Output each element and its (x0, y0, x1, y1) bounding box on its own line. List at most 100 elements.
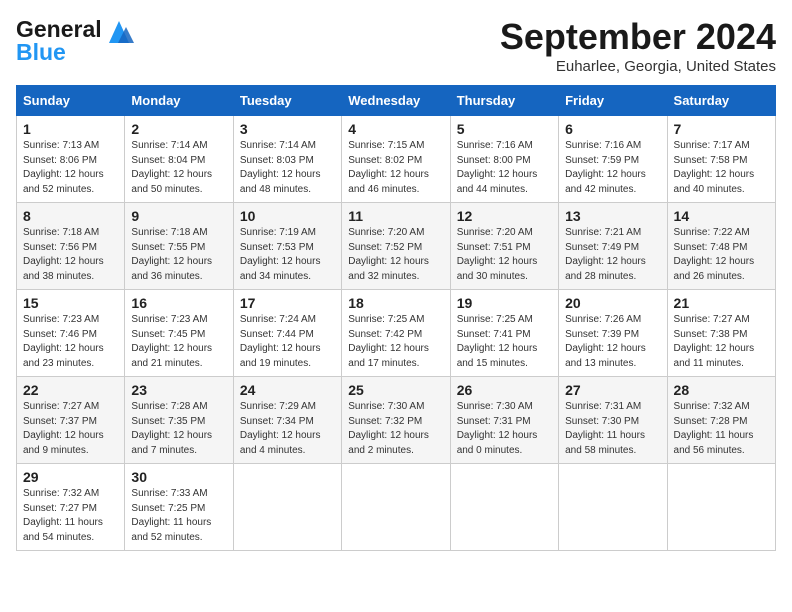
calendar-cell: 10 Sunrise: 7:19 AMSunset: 7:53 PMDaylig… (233, 203, 341, 290)
title-block: September 2024 Euharlee, Georgia, United… (500, 16, 776, 75)
header-row: Sunday Monday Tuesday Wednesday Thursday… (17, 86, 776, 116)
day-info: Sunrise: 7:33 AMSunset: 7:25 PMDaylight:… (131, 487, 226, 545)
page-header: General Blue September 2024 Euharlee, Ge… (16, 16, 776, 75)
calendar-cell: 29 Sunrise: 7:32 AMSunset: 7:27 PMDaylig… (17, 464, 125, 551)
day-number: 24 (240, 382, 335, 398)
calendar-cell: 6 Sunrise: 7:16 AMSunset: 7:59 PMDayligh… (559, 116, 667, 203)
day-number: 14 (674, 208, 769, 224)
col-monday: Monday (125, 86, 233, 116)
calendar-cell (342, 464, 450, 551)
day-info: Sunrise: 7:30 AMSunset: 7:32 PMDaylight:… (348, 400, 443, 458)
day-number: 19 (457, 295, 552, 311)
day-info: Sunrise: 7:31 AMSunset: 7:30 PMDaylight:… (565, 400, 660, 458)
calendar-cell: 19 Sunrise: 7:25 AMSunset: 7:41 PMDaylig… (450, 290, 558, 377)
day-info: Sunrise: 7:14 AMSunset: 8:04 PMDaylight:… (131, 139, 226, 197)
calendar-cell: 9 Sunrise: 7:18 AMSunset: 7:55 PMDayligh… (125, 203, 233, 290)
day-info: Sunrise: 7:19 AMSunset: 7:53 PMDaylight:… (240, 226, 335, 284)
calendar-cell (450, 464, 558, 551)
day-number: 11 (348, 208, 443, 224)
col-friday: Friday (559, 86, 667, 116)
day-number: 29 (23, 469, 118, 485)
calendar-cell: 23 Sunrise: 7:28 AMSunset: 7:35 PMDaylig… (125, 377, 233, 464)
day-number: 12 (457, 208, 552, 224)
day-number: 8 (23, 208, 118, 224)
day-info: Sunrise: 7:21 AMSunset: 7:49 PMDaylight:… (565, 226, 660, 284)
day-info: Sunrise: 7:23 AMSunset: 7:45 PMDaylight:… (131, 313, 226, 371)
calendar-cell: 17 Sunrise: 7:24 AMSunset: 7:44 PMDaylig… (233, 290, 341, 377)
day-info: Sunrise: 7:28 AMSunset: 7:35 PMDaylight:… (131, 400, 226, 458)
calendar-cell: 30 Sunrise: 7:33 AMSunset: 7:25 PMDaylig… (125, 464, 233, 551)
logo: General Blue (16, 16, 134, 66)
day-number: 18 (348, 295, 443, 311)
day-info: Sunrise: 7:32 AMSunset: 7:27 PMDaylight:… (23, 487, 118, 545)
calendar-cell (667, 464, 775, 551)
col-wednesday: Wednesday (342, 86, 450, 116)
calendar-row: 29 Sunrise: 7:32 AMSunset: 7:27 PMDaylig… (17, 464, 776, 551)
day-number: 13 (565, 208, 660, 224)
day-info: Sunrise: 7:20 AMSunset: 7:52 PMDaylight:… (348, 226, 443, 284)
logo-blue: Blue (16, 39, 134, 66)
calendar-cell: 5 Sunrise: 7:16 AMSunset: 8:00 PMDayligh… (450, 116, 558, 203)
day-info: Sunrise: 7:27 AMSunset: 7:38 PMDaylight:… (674, 313, 769, 371)
day-number: 23 (131, 382, 226, 398)
calendar-cell: 2 Sunrise: 7:14 AMSunset: 8:04 PMDayligh… (125, 116, 233, 203)
day-info: Sunrise: 7:17 AMSunset: 7:58 PMDaylight:… (674, 139, 769, 197)
day-number: 16 (131, 295, 226, 311)
day-info: Sunrise: 7:22 AMSunset: 7:48 PMDaylight:… (674, 226, 769, 284)
day-info: Sunrise: 7:14 AMSunset: 8:03 PMDaylight:… (240, 139, 335, 197)
calendar-cell: 1 Sunrise: 7:13 AMSunset: 8:06 PMDayligh… (17, 116, 125, 203)
col-sunday: Sunday (17, 86, 125, 116)
calendar-cell: 8 Sunrise: 7:18 AMSunset: 7:56 PMDayligh… (17, 203, 125, 290)
day-info: Sunrise: 7:32 AMSunset: 7:28 PMDaylight:… (674, 400, 769, 458)
day-info: Sunrise: 7:27 AMSunset: 7:37 PMDaylight:… (23, 400, 118, 458)
day-number: 7 (674, 121, 769, 137)
day-number: 10 (240, 208, 335, 224)
day-info: Sunrise: 7:16 AMSunset: 7:59 PMDaylight:… (565, 139, 660, 197)
day-number: 28 (674, 382, 769, 398)
calendar-cell: 7 Sunrise: 7:17 AMSunset: 7:58 PMDayligh… (667, 116, 775, 203)
day-number: 1 (23, 121, 118, 137)
calendar-cell: 3 Sunrise: 7:14 AMSunset: 8:03 PMDayligh… (233, 116, 341, 203)
calendar-cell: 13 Sunrise: 7:21 AMSunset: 7:49 PMDaylig… (559, 203, 667, 290)
calendar-cell (559, 464, 667, 551)
calendar-table: Sunday Monday Tuesday Wednesday Thursday… (16, 85, 776, 551)
day-info: Sunrise: 7:30 AMSunset: 7:31 PMDaylight:… (457, 400, 552, 458)
day-info: Sunrise: 7:20 AMSunset: 7:51 PMDaylight:… (457, 226, 552, 284)
calendar-row: 1 Sunrise: 7:13 AMSunset: 8:06 PMDayligh… (17, 116, 776, 203)
day-number: 17 (240, 295, 335, 311)
calendar-cell: 14 Sunrise: 7:22 AMSunset: 7:48 PMDaylig… (667, 203, 775, 290)
calendar-cell: 20 Sunrise: 7:26 AMSunset: 7:39 PMDaylig… (559, 290, 667, 377)
logo-icon (104, 17, 134, 43)
day-number: 21 (674, 295, 769, 311)
col-tuesday: Tuesday (233, 86, 341, 116)
day-info: Sunrise: 7:13 AMSunset: 8:06 PMDaylight:… (23, 139, 118, 197)
day-number: 6 (565, 121, 660, 137)
calendar-cell (233, 464, 341, 551)
calendar-cell: 11 Sunrise: 7:20 AMSunset: 7:52 PMDaylig… (342, 203, 450, 290)
day-number: 22 (23, 382, 118, 398)
month-title: September 2024 (500, 16, 776, 58)
calendar-cell: 26 Sunrise: 7:30 AMSunset: 7:31 PMDaylig… (450, 377, 558, 464)
calendar-row: 22 Sunrise: 7:27 AMSunset: 7:37 PMDaylig… (17, 377, 776, 464)
calendar-cell: 22 Sunrise: 7:27 AMSunset: 7:37 PMDaylig… (17, 377, 125, 464)
calendar-cell: 15 Sunrise: 7:23 AMSunset: 7:46 PMDaylig… (17, 290, 125, 377)
day-info: Sunrise: 7:26 AMSunset: 7:39 PMDaylight:… (565, 313, 660, 371)
calendar-cell: 25 Sunrise: 7:30 AMSunset: 7:32 PMDaylig… (342, 377, 450, 464)
day-info: Sunrise: 7:23 AMSunset: 7:46 PMDaylight:… (23, 313, 118, 371)
day-number: 27 (565, 382, 660, 398)
day-number: 5 (457, 121, 552, 137)
day-info: Sunrise: 7:18 AMSunset: 7:55 PMDaylight:… (131, 226, 226, 284)
calendar-cell: 24 Sunrise: 7:29 AMSunset: 7:34 PMDaylig… (233, 377, 341, 464)
calendar-cell: 12 Sunrise: 7:20 AMSunset: 7:51 PMDaylig… (450, 203, 558, 290)
calendar-cell: 21 Sunrise: 7:27 AMSunset: 7:38 PMDaylig… (667, 290, 775, 377)
location: Euharlee, Georgia, United States (500, 58, 776, 75)
day-number: 30 (131, 469, 226, 485)
calendar-cell: 28 Sunrise: 7:32 AMSunset: 7:28 PMDaylig… (667, 377, 775, 464)
day-number: 20 (565, 295, 660, 311)
day-number: 9 (131, 208, 226, 224)
day-info: Sunrise: 7:25 AMSunset: 7:42 PMDaylight:… (348, 313, 443, 371)
calendar-cell: 27 Sunrise: 7:31 AMSunset: 7:30 PMDaylig… (559, 377, 667, 464)
calendar-row: 8 Sunrise: 7:18 AMSunset: 7:56 PMDayligh… (17, 203, 776, 290)
col-saturday: Saturday (667, 86, 775, 116)
calendar-cell: 18 Sunrise: 7:25 AMSunset: 7:42 PMDaylig… (342, 290, 450, 377)
